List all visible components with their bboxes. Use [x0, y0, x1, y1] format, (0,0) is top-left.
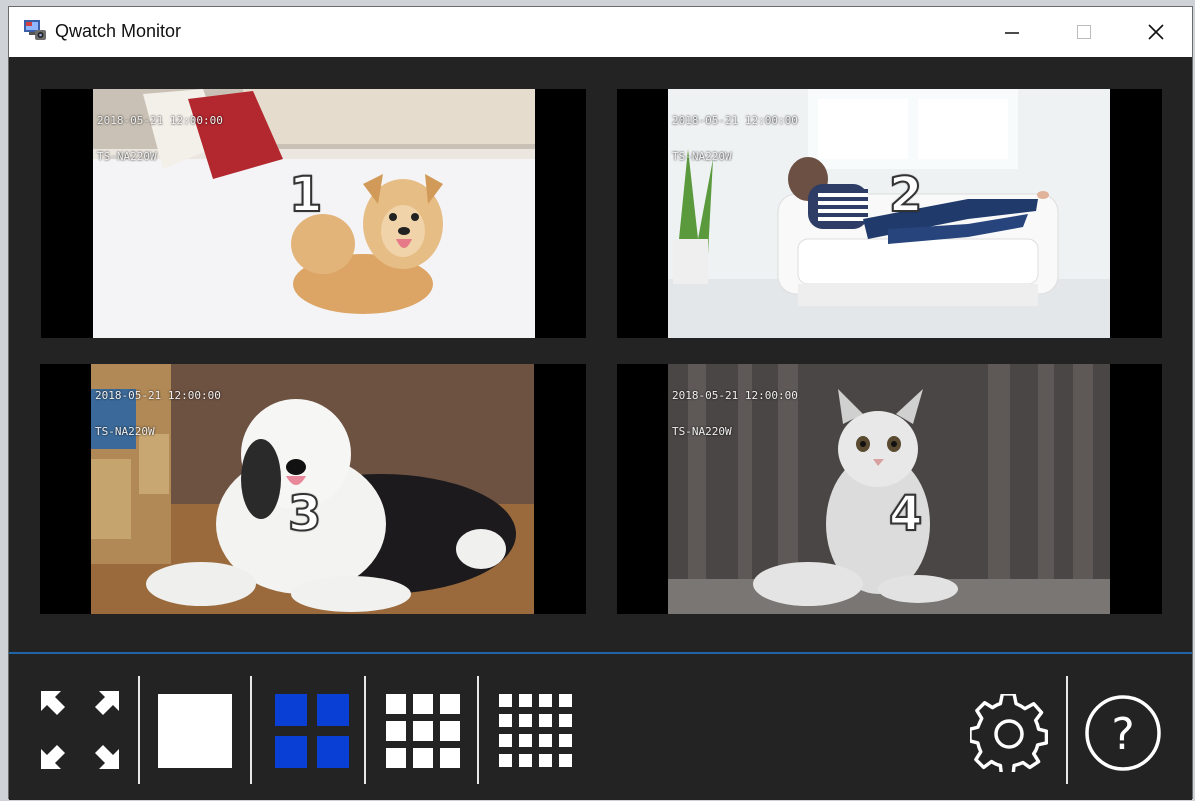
camera-overlay-2: 2018-05-21 12:00:00 TS-NA220W	[672, 91, 798, 187]
gear-icon	[968, 692, 1049, 776]
grid-cell	[519, 754, 532, 767]
bottom-toolbar: ?	[9, 654, 1192, 800]
camera-tile-3[interactable]: 2018-05-21 12:00:00 TS-NA220W 3	[40, 364, 586, 614]
camera-device-name: TS-NA220W	[95, 425, 155, 438]
camera-overlay-4: 2018-05-21 12:00:00 TS-NA220W	[672, 366, 798, 462]
title-bar[interactable]: Qwatch Monitor	[9, 7, 1192, 57]
grid-cell	[499, 714, 512, 727]
camera-tile-1[interactable]: 2018-05-21 12:00:00 TS-NA220W 1	[41, 89, 586, 338]
layout-9-button[interactable]	[386, 694, 460, 768]
layout-16-button[interactable]	[499, 694, 573, 768]
grid-cell	[559, 734, 572, 747]
grid-cell	[519, 694, 532, 707]
camera-timestamp: 2018-05-21 12:00:00	[95, 389, 221, 402]
grid-cell	[539, 714, 552, 727]
layout-1-button[interactable]	[158, 694, 232, 768]
help-button[interactable]: ?	[1084, 694, 1162, 772]
layout-4x4-icon	[499, 694, 572, 767]
window-title: Qwatch Monitor	[55, 21, 182, 41]
grid-cell	[539, 754, 552, 767]
camera-device-name: TS-NA220W	[672, 425, 732, 438]
layout-3x3-icon	[386, 694, 460, 768]
grid-cell	[519, 714, 532, 727]
help-icon: ?	[1085, 695, 1161, 771]
camera-timestamp: 2018-05-21 12:00:00	[97, 114, 223, 127]
app-window: Qwatch Monitor 2018-05-21 12:00:00 TS-NA…	[8, 6, 1193, 800]
grid-cell	[519, 734, 532, 747]
close-button[interactable]	[1121, 7, 1191, 57]
camera-number-label: 3	[287, 485, 322, 543]
settings-button[interactable]	[968, 692, 1049, 776]
help-glyph: ?	[1111, 709, 1134, 760]
layout-1x1-icon	[158, 694, 232, 768]
camera-number-label: 1	[288, 166, 323, 224]
layout-2x2-icon	[275, 694, 349, 768]
camera-tile-4[interactable]: 2018-05-21 12:00:00 TS-NA220W 4	[617, 364, 1162, 614]
toolbar-divider	[1066, 676, 1068, 784]
minimize-button[interactable]	[977, 7, 1047, 57]
camera-device-name: TS-NA220W	[97, 150, 157, 163]
toolbar-divider	[138, 676, 140, 784]
minimize-icon	[1005, 32, 1019, 34]
grid-cell	[499, 754, 512, 767]
maximize-button[interactable]	[1049, 7, 1119, 57]
grid-cell	[559, 754, 572, 767]
grid-cell	[539, 694, 552, 707]
camera-number-label: 4	[888, 485, 923, 543]
grid-cell	[499, 694, 512, 707]
camera-tile-2[interactable]: 2018-05-21 12:00:00 TS-NA220W 2	[617, 89, 1162, 338]
grid-cell	[559, 694, 572, 707]
camera-timestamp: 2018-05-21 12:00:00	[672, 389, 798, 402]
toolbar-divider	[364, 676, 366, 784]
app-icon	[24, 20, 46, 40]
camera-overlay-3: 2018-05-21 12:00:00 TS-NA220W	[95, 366, 221, 462]
toolbar-divider	[477, 676, 479, 784]
grid-cell	[559, 714, 572, 727]
camera-number-label: 2	[888, 166, 923, 224]
toolbar-divider	[250, 676, 252, 784]
fullscreen-arrows-icon	[41, 691, 119, 769]
grid-cell	[539, 734, 552, 747]
layout-4-button[interactable]	[275, 694, 349, 768]
grid-cell	[499, 734, 512, 747]
camera-timestamp: 2018-05-21 12:00:00	[672, 114, 798, 127]
camera-device-name: TS-NA220W	[672, 150, 732, 163]
maximize-icon	[1077, 25, 1091, 39]
fullscreen-button[interactable]	[39, 689, 121, 771]
close-icon	[1148, 24, 1164, 40]
camera-overlay-1: 2018-05-21 12:00:00 TS-NA220W	[97, 91, 223, 187]
